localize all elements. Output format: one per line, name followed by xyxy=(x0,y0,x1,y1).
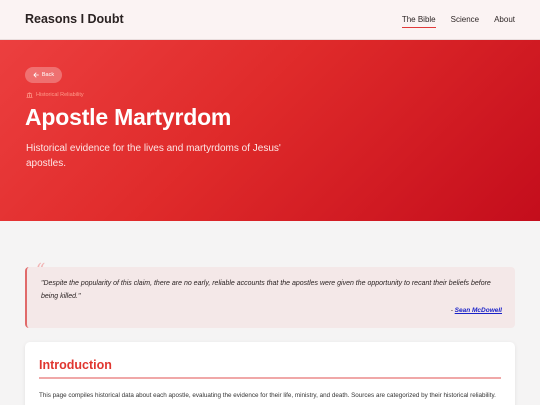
nav-link-about[interactable]: About xyxy=(494,15,515,28)
quote-author-link[interactable]: Sean McDowell xyxy=(455,307,502,314)
page-title: Apostle Martyrdom xyxy=(25,104,232,130)
quote-attribution: - Sean McDowell xyxy=(451,307,502,314)
arrow-left-icon xyxy=(33,72,39,78)
nav-links: The Bible Science About xyxy=(401,15,515,28)
breadcrumb: Historical Reliability xyxy=(26,92,84,98)
hero-banner: Back Historical Reliability Apostle Mart… xyxy=(0,40,540,221)
breadcrumb-label[interactable]: Historical Reliability xyxy=(36,92,84,98)
back-button[interactable]: Back xyxy=(25,67,62,83)
quote-text: "Despite the popularity of this claim, t… xyxy=(41,280,491,300)
section-divider xyxy=(39,377,501,379)
back-button-label: Back xyxy=(41,72,55,78)
section-title: Introduction xyxy=(39,358,112,372)
nav-link-science[interactable]: Science xyxy=(451,15,479,28)
featured-quote: “ "Despite the popularity of this claim,… xyxy=(25,260,515,328)
top-navbar: Reasons I Doubt The Bible Science About xyxy=(0,0,540,40)
site-brand[interactable]: Reasons I Doubt xyxy=(25,12,124,26)
building-icon xyxy=(26,92,33,98)
introduction-card: Introduction This page compiles historic… xyxy=(25,342,515,405)
nav-link-the-bible[interactable]: The Bible xyxy=(401,15,436,28)
page-subtitle: Historical evidence for the lives and ma… xyxy=(26,143,281,169)
section-text: This page compiles historical data about… xyxy=(39,392,496,399)
